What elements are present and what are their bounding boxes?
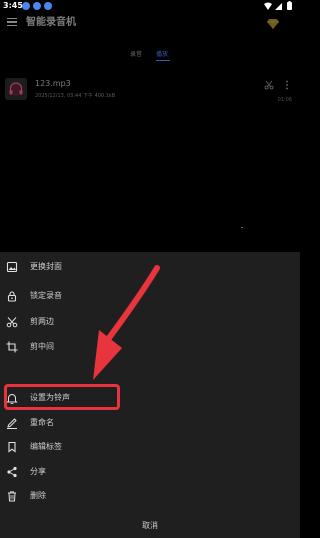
stray-dot — [241, 227, 243, 228]
lock-icon — [7, 291, 17, 302]
menu-item-change-cover[interactable]: 更换封面 — [0, 256, 300, 278]
menu-item-label: 剪两边 — [30, 317, 54, 326]
file-list-item[interactable]: 123.mp3 2025/12/13, 03:44 下午 400.1kB 01:… — [0, 76, 300, 106]
signal-icon — [275, 3, 282, 10]
tab-recording[interactable]: 录音 — [130, 50, 142, 60]
highlight-box — [4, 384, 120, 410]
tab-play[interactable]: 播放 — [156, 50, 168, 60]
vip-diamond-icon[interactable] — [266, 18, 280, 30]
menu-item-trim-middle[interactable]: 剪中间 — [0, 336, 300, 358]
scissors-icon[interactable] — [264, 80, 274, 90]
menu-item-label: 更换封面 — [30, 262, 62, 271]
status-bar: 3:45 — [0, 0, 300, 12]
menu-item-rename[interactable]: 重命名 — [0, 412, 300, 434]
menu-item-share[interactable]: 分享 — [0, 461, 300, 483]
trash-icon — [8, 491, 16, 502]
menu-item-lock-recording[interactable]: 锁定录音 — [0, 285, 300, 307]
bookmark-icon — [8, 441, 16, 453]
menu-item-label: 锁定录音 — [30, 291, 62, 300]
wifi-icon — [264, 2, 272, 10]
share-icon — [7, 466, 17, 478]
battery-icon — [287, 2, 292, 10]
crop-icon — [6, 341, 18, 353]
file-meta: 2025/12/13, 03:44 下午 400.1kB — [35, 93, 116, 99]
menu-item-label: 分享 — [30, 467, 46, 476]
file-duration: 01:06 — [277, 97, 292, 103]
file-name: 123.mp3 — [35, 79, 71, 88]
image-icon — [6, 261, 18, 273]
cancel-button[interactable]: 取消 — [0, 514, 300, 538]
menu-item-label: 删除 — [30, 491, 46, 500]
more-vertical-icon[interactable] — [285, 80, 289, 90]
app-bar: 智能录音机 — [0, 12, 300, 38]
tab-active-indicator — [156, 60, 170, 62]
status-time: 3:45 — [3, 1, 23, 10]
app-title: 智能录音机 — [26, 17, 76, 28]
headphones-icon — [5, 78, 27, 100]
menu-item-label: 剪中间 — [30, 342, 54, 351]
tab-bar: 录音 播放 — [0, 50, 300, 64]
screen: 3:45 智能录音机 录音 播放 123.mp3 2025/12/13, 03:… — [0, 0, 300, 538]
menu-item-label: 重命名 — [30, 418, 54, 427]
status-icons — [264, 1, 292, 10]
menu-item-label: 编辑标签 — [30, 442, 62, 451]
menu-item-edit-tags[interactable]: 编辑标签 — [0, 436, 300, 458]
notification-icon — [44, 2, 52, 10]
hamburger-menu-icon[interactable] — [7, 18, 17, 26]
notification-icon — [22, 2, 30, 10]
menu-item-delete[interactable]: 删除 — [0, 485, 300, 507]
scissors-icon — [6, 317, 18, 328]
notification-icon — [33, 2, 41, 10]
menu-item-trim-both-ends[interactable]: 剪两边 — [0, 311, 300, 333]
pencil-icon — [7, 418, 17, 429]
